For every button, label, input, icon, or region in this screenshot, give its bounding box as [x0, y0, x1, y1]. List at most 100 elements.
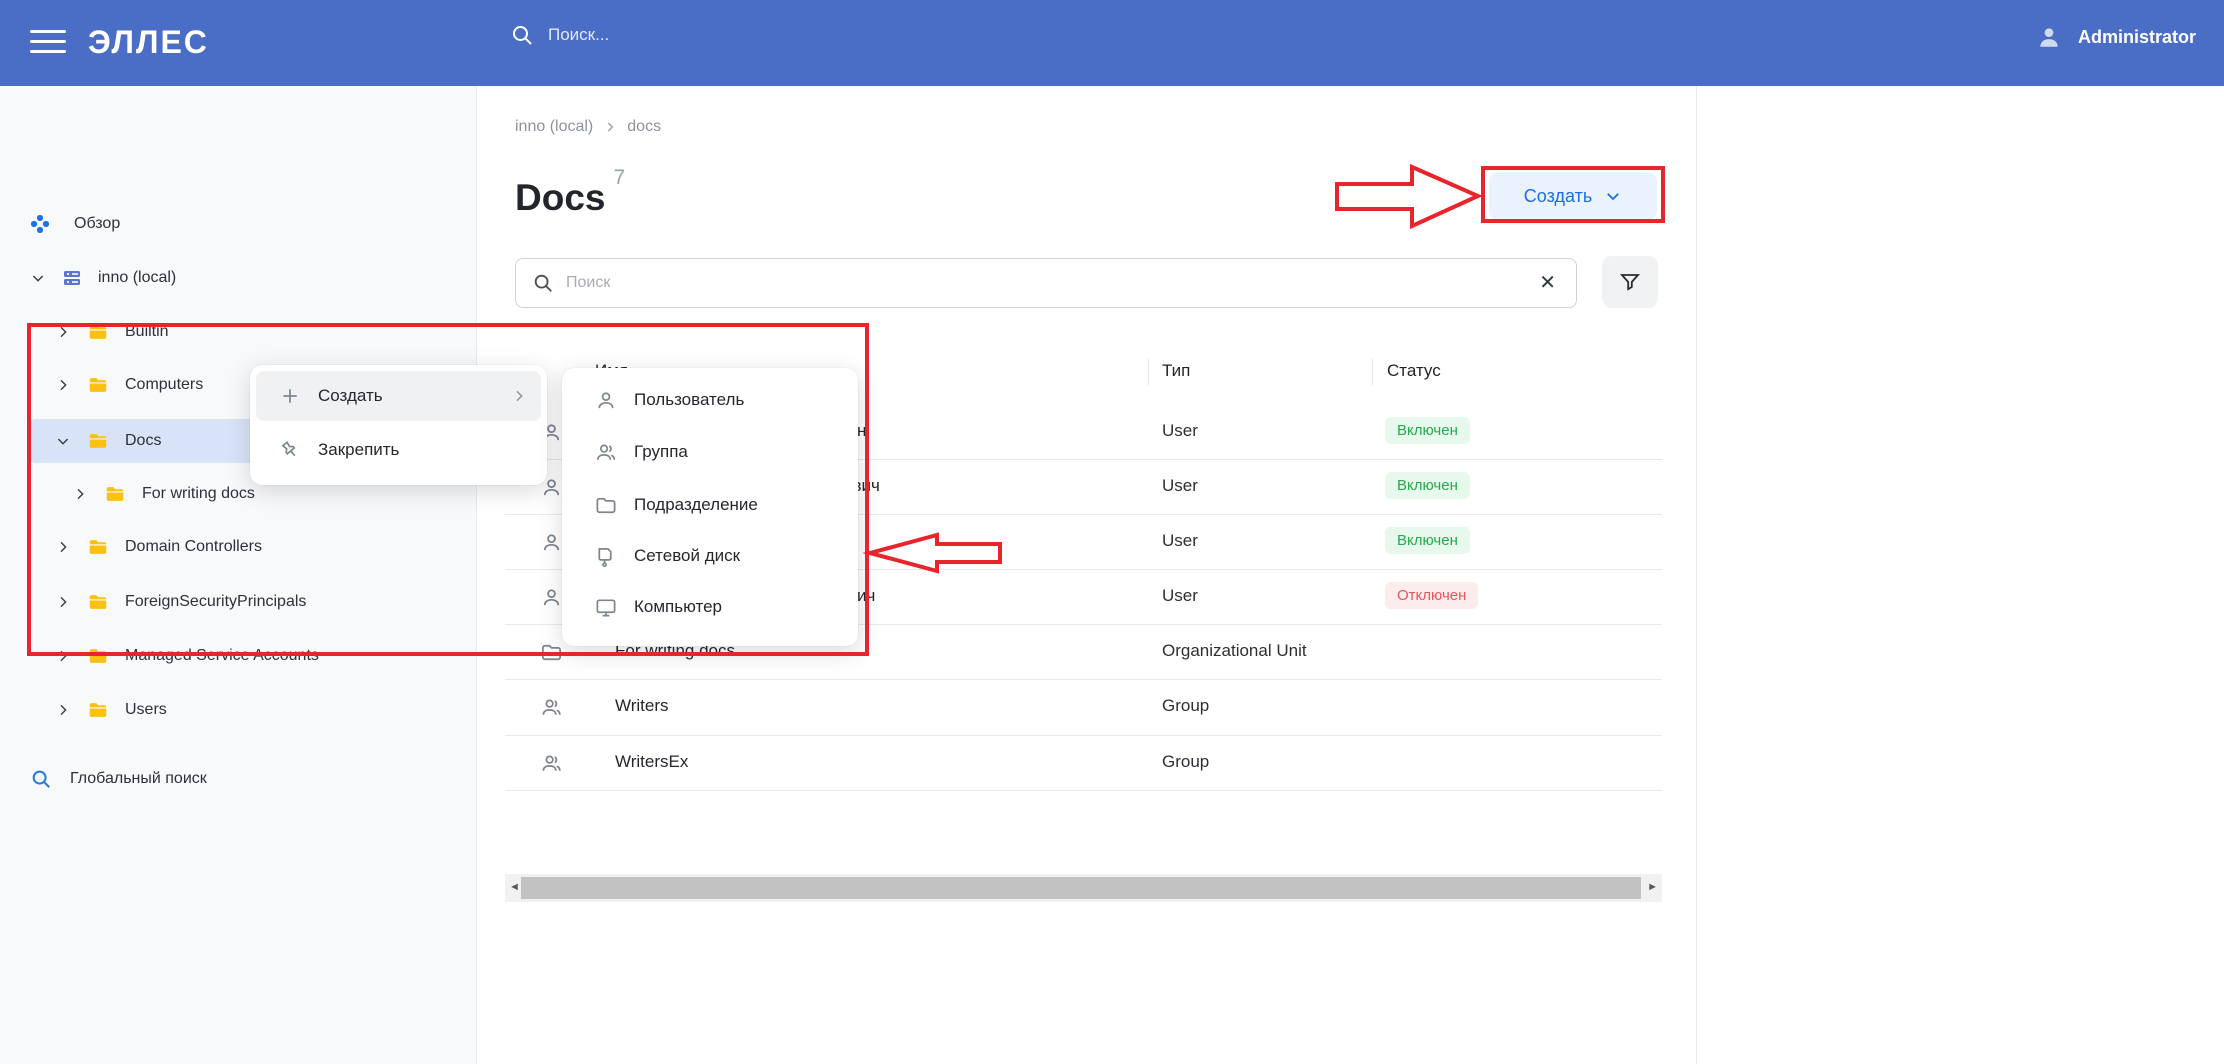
computer-icon	[594, 596, 618, 619]
pin-icon	[274, 434, 307, 466]
tree-node-computers[interactable]: Computers	[55, 363, 203, 407]
scroll-right-icon[interactable]: ►	[1647, 881, 1658, 893]
tree-node-domain-controllers[interactable]: Domain Controllers	[55, 525, 262, 569]
row-name: Writers	[615, 696, 669, 716]
filter-button[interactable]	[1602, 256, 1658, 308]
row-type: User	[1162, 421, 1198, 441]
network-disk-icon	[594, 545, 618, 568]
tree-node-users[interactable]: Users	[55, 688, 167, 732]
annotation-arrow-right	[1337, 167, 1478, 226]
status-badge: Включен	[1385, 417, 1470, 444]
chevron-right-icon[interactable]	[72, 486, 88, 502]
column-divider[interactable]	[1372, 359, 1373, 385]
sidebar-item-global-search[interactable]: Глобальный поиск	[30, 757, 207, 801]
column-divider[interactable]	[1148, 359, 1149, 385]
row-type: Organizational Unit	[1162, 641, 1307, 661]
tree-node-label: inno (local)	[98, 269, 176, 287]
sidebar-item-overview[interactable]: Обзор	[30, 202, 120, 246]
tree-node-for-writing-docs[interactable]: For writing docs	[72, 472, 255, 516]
menu-item-label: Компьютер	[634, 597, 722, 617]
plus-icon	[278, 386, 302, 406]
folder-icon	[87, 374, 109, 396]
global-topbar-search[interactable]	[510, 23, 1210, 47]
context-menu-item-create[interactable]: Создать	[256, 371, 541, 421]
chevron-down-icon[interactable]	[55, 433, 71, 449]
hamburger-menu-icon[interactable]	[30, 30, 66, 56]
folder-icon	[87, 430, 109, 452]
tree-node-domain-root[interactable]: inno (local)	[30, 256, 176, 300]
tree-node-builtin[interactable]: Builtin	[55, 310, 169, 354]
context-menu-item-pin[interactable]: Закрепить	[256, 425, 541, 475]
search-icon	[510, 23, 534, 47]
submenu-item-group[interactable]: Группа	[568, 426, 852, 478]
tree-node-label: ForeignSecurityPrincipals	[125, 593, 306, 611]
tree-node-foreign-security-principals[interactable]: ForeignSecurityPrincipals	[55, 580, 306, 624]
top-bar: ЭЛЛЕС Administrator	[0, 0, 2224, 86]
status-badge: Отключен	[1385, 582, 1478, 609]
chevron-right-icon	[511, 388, 527, 404]
menu-item-label: Подразделение	[634, 495, 758, 515]
status-badge: Включен	[1385, 472, 1470, 499]
folder-icon	[87, 699, 109, 721]
chevron-right-icon[interactable]	[55, 539, 71, 555]
submenu-item-user[interactable]: Пользователь	[568, 374, 852, 426]
item-count: 7	[613, 166, 625, 189]
row-name: WritersEx	[615, 752, 688, 772]
folder-icon	[87, 645, 109, 667]
overview-icon	[30, 214, 50, 234]
breadcrumb-current[interactable]: docs	[627, 118, 661, 136]
chevron-right-icon[interactable]	[55, 594, 71, 610]
breadcrumb: inno (local) docs	[515, 118, 661, 136]
folder-outline-icon	[594, 494, 618, 517]
horizontal-scrollbar[interactable]: ◄ ►	[505, 874, 1662, 902]
scrollbar-thumb[interactable]	[521, 877, 1641, 899]
tree-node-managed-service-accounts[interactable]: Managed Service Accounts	[55, 634, 319, 678]
domain-icon	[62, 268, 82, 288]
user-avatar-icon	[2036, 24, 2062, 50]
menu-item-label: Пользователь	[634, 390, 744, 410]
submenu-item-network-disk[interactable]: Сетевой диск	[568, 530, 852, 582]
table-search: ✕	[515, 258, 1577, 308]
tree-node-docs-selected[interactable]: Docs	[55, 419, 161, 463]
page-title: Docs7	[515, 166, 625, 219]
menu-item-label: Сетевой диск	[634, 546, 740, 566]
create-submenu: Пользователь Группа Подразделение Сетево…	[562, 368, 858, 646]
chevron-right-icon[interactable]	[55, 702, 71, 718]
submenu-item-computer[interactable]: Компьютер	[568, 581, 852, 633]
submenu-item-org-unit[interactable]: Подразделение	[568, 479, 852, 531]
sidebar-item-label: Глобальный поиск	[70, 770, 207, 788]
table-row[interactable]: Writers Group	[505, 680, 1662, 736]
context-menu: Создать Закрепить	[250, 365, 547, 485]
tree-node-label: Users	[125, 701, 167, 719]
tree-node-label: Builtin	[125, 323, 169, 341]
current-user[interactable]: Administrator	[2036, 24, 2196, 50]
chevron-down-icon[interactable]	[30, 270, 46, 286]
row-type: Group	[1162, 696, 1209, 716]
column-header-type[interactable]: Тип	[1162, 361, 1190, 381]
table-row[interactable]: WritersEx Group	[505, 736, 1662, 791]
clear-search-icon[interactable]: ✕	[1535, 269, 1560, 297]
row-type: User	[1162, 586, 1198, 606]
topbar-search-input[interactable]	[548, 25, 1168, 45]
tree-node-label: For writing docs	[142, 485, 255, 503]
menu-item-label: Создать	[318, 386, 383, 406]
create-button-label: Создать	[1524, 186, 1592, 207]
tree-node-label: Managed Service Accounts	[125, 647, 319, 665]
chevron-right-icon[interactable]	[55, 324, 71, 340]
breadcrumb-root[interactable]: inno (local)	[515, 118, 593, 136]
folder-icon	[87, 536, 109, 558]
chevron-right-icon[interactable]	[55, 648, 71, 664]
sidebar-item-label: Обзор	[74, 215, 120, 233]
status-badge: Включен	[1385, 527, 1470, 554]
row-type: Group	[1162, 752, 1209, 772]
group-icon	[540, 696, 563, 719]
chevron-right-icon	[603, 120, 617, 134]
chevron-right-icon[interactable]	[55, 377, 71, 393]
user-icon	[540, 586, 563, 609]
table-search-input[interactable]	[566, 274, 1523, 292]
create-button[interactable]: Создать	[1489, 172, 1657, 220]
search-icon	[30, 768, 52, 790]
menu-item-label: Закрепить	[318, 440, 399, 460]
scroll-left-icon[interactable]: ◄	[509, 881, 520, 893]
column-header-status[interactable]: Статус	[1387, 361, 1441, 381]
